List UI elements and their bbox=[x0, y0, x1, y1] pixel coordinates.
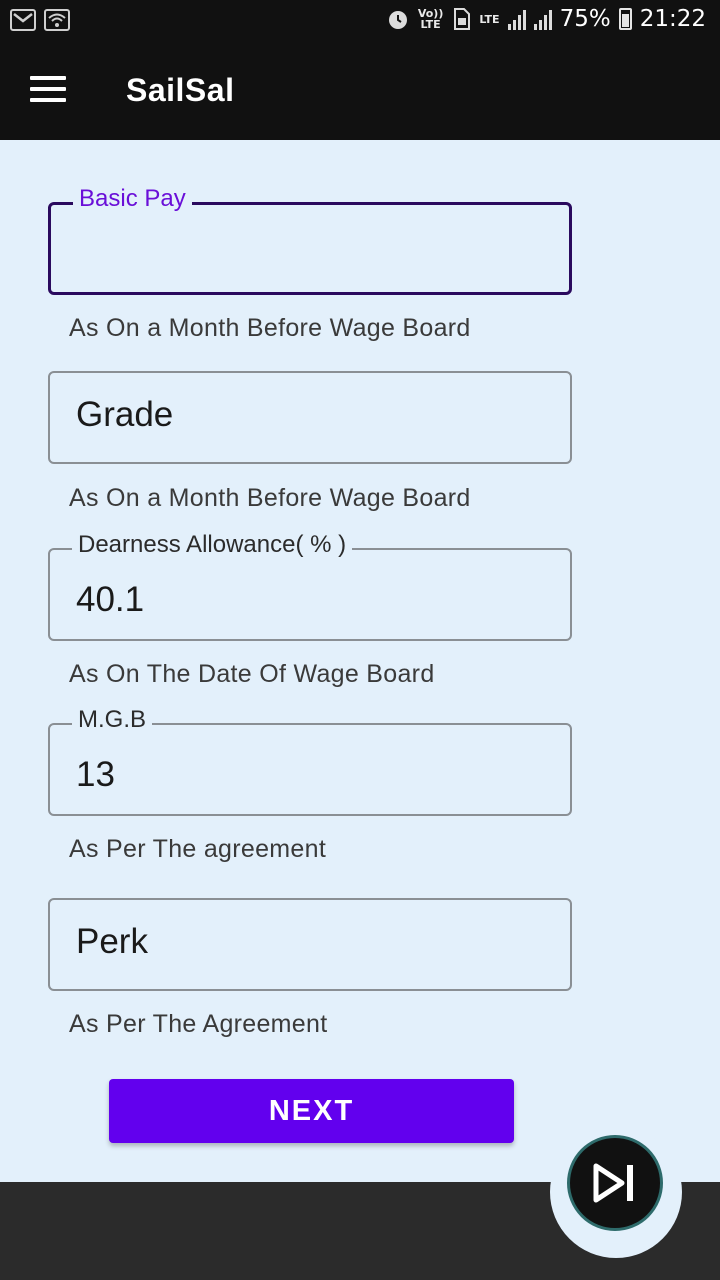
status-bar: Vo)) LTE LTE 75% 21:22 bbox=[0, 0, 720, 44]
mgb-value: 13 bbox=[76, 755, 115, 794]
gmail-icon bbox=[10, 9, 36, 31]
mgb-label: M.G.B bbox=[72, 706, 153, 734]
app-title: SailSal bbox=[126, 72, 235, 108]
dearness-allowance-value: 40.1 bbox=[76, 580, 145, 619]
perk-field[interactable]: Perk bbox=[48, 898, 572, 991]
signal-icon bbox=[507, 8, 526, 30]
clock: 21:22 bbox=[639, 6, 706, 32]
perk-hint: As Per The Agreement bbox=[69, 1010, 328, 1038]
perk-placeholder: Perk bbox=[76, 922, 148, 961]
mgb-hint: As Per The agreement bbox=[69, 835, 327, 863]
app-bar: SailSal bbox=[0, 44, 720, 140]
skip-next-icon bbox=[593, 1163, 633, 1203]
alarm-icon bbox=[388, 11, 407, 29]
dearness-allowance-label: Dearness Allowance( % ) bbox=[72, 531, 353, 559]
wifi-icon bbox=[44, 9, 70, 31]
mgb-field[interactable]: M.G.B 13 bbox=[48, 706, 572, 816]
signal-icon bbox=[533, 8, 552, 30]
next-button[interactable]: NEXT bbox=[109, 1079, 514, 1143]
basic-pay-label: Basic Pay bbox=[73, 185, 192, 213]
basic-pay-field[interactable]: Basic Pay bbox=[48, 185, 572, 295]
battery-percent: 75% bbox=[559, 6, 611, 32]
grade-field[interactable]: Grade bbox=[48, 371, 572, 464]
hamburger-menu-icon[interactable] bbox=[30, 76, 66, 104]
dearness-allowance-field[interactable]: Dearness Allowance( % ) 40.1 bbox=[48, 531, 572, 641]
sim-icon bbox=[454, 8, 471, 30]
battery-icon bbox=[618, 8, 632, 30]
basic-pay-hint: As On a Month Before Wage Board bbox=[69, 314, 471, 342]
skip-next-fab[interactable] bbox=[567, 1135, 663, 1231]
volte-icon: Vo)) LTE bbox=[417, 7, 444, 31]
lte-icon: LTE bbox=[479, 12, 500, 26]
grade-hint: As On a Month Before Wage Board bbox=[69, 484, 471, 512]
dearness-allowance-hint: As On The Date Of Wage Board bbox=[69, 660, 435, 688]
status-left-icons bbox=[10, 9, 70, 31]
grade-placeholder: Grade bbox=[76, 395, 174, 434]
status-right-icons: Vo)) LTE LTE 75% 21:22 bbox=[386, 6, 706, 32]
